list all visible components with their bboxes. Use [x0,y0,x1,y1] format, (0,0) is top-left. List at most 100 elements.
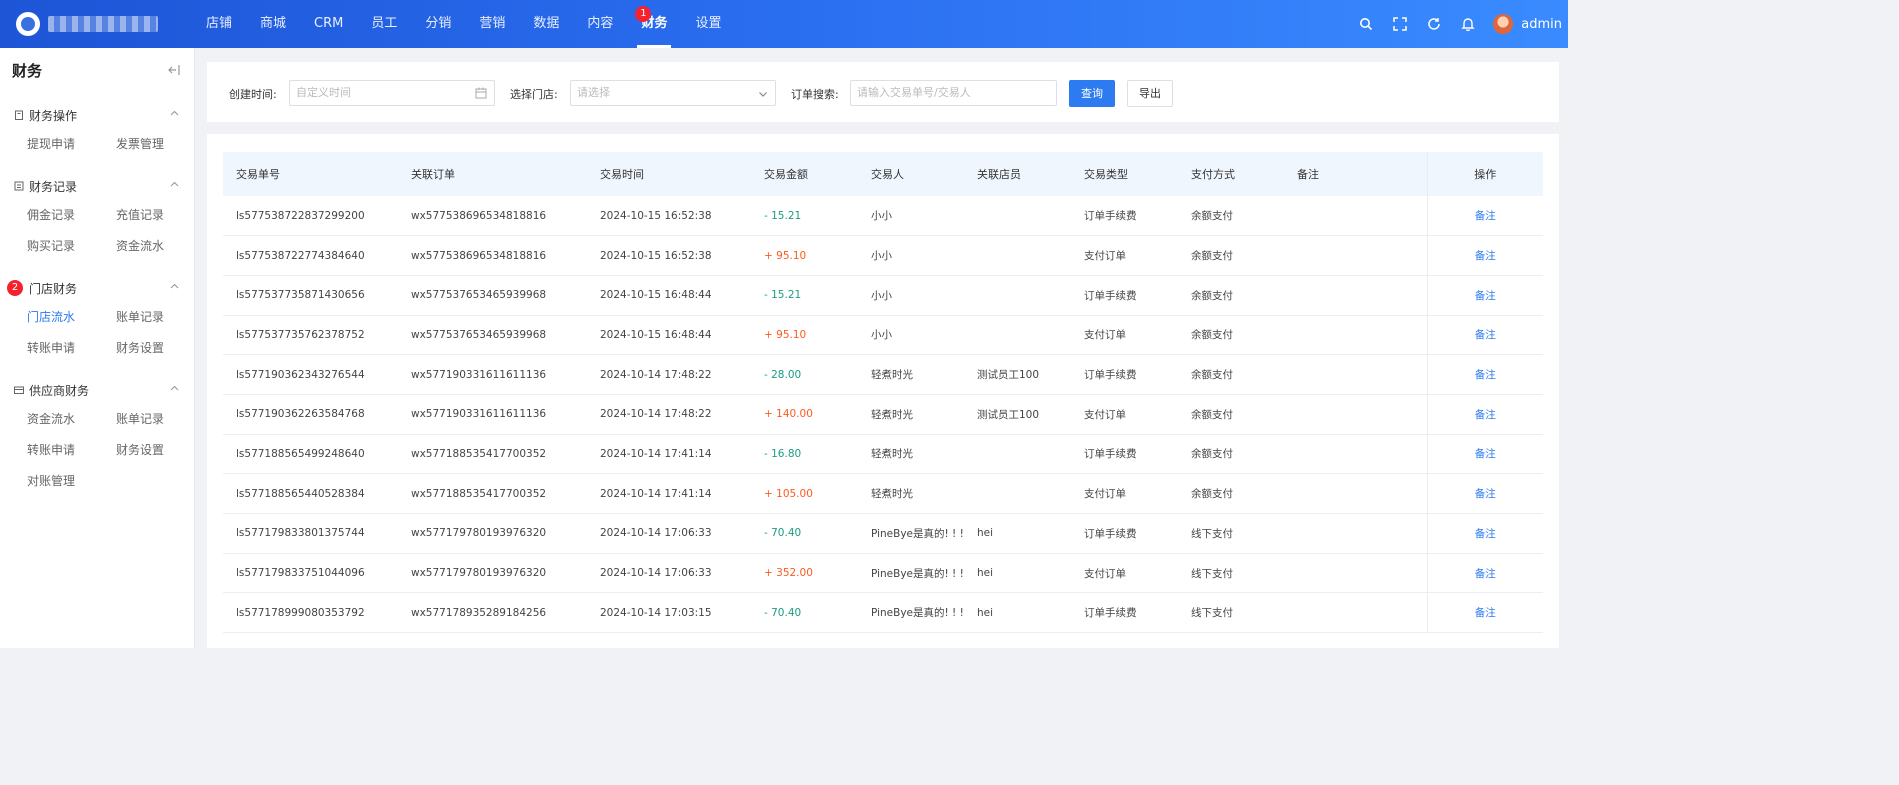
logo[interactable] [16,12,40,36]
note-link[interactable]: 备注 [1475,607,1496,619]
nav-item-crm[interactable]: CRM [300,0,357,48]
store-select[interactable]: 请选择 [570,80,776,106]
cell-txn-id: ls577179833801375744 [236,527,365,540]
sidebar-item-store-flow[interactable]: 门店流水 [27,308,116,326]
note-link[interactable]: 备注 [1475,409,1496,421]
cell-note [1284,394,1427,434]
cell-amount: - 28.00 [764,368,802,381]
cell-time: 2024-10-14 17:48:22 [600,408,712,421]
note-link[interactable]: 备注 [1475,290,1496,302]
export-button[interactable]: 导出 [1127,80,1173,107]
cell-txn-id: ls577190362263584768 [236,408,365,421]
collapse-sidebar-icon[interactable] [168,64,180,78]
query-button[interactable]: 查询 [1069,80,1115,107]
cell-clerk: 测试员工100 [977,369,1040,382]
nav-item-staff[interactable]: 员工 [357,0,411,48]
bell-icon[interactable] [1451,0,1485,48]
cell-payment: 余额支付 [1191,210,1233,223]
sidebar-item-supplier-settings[interactable]: 财务设置 [116,441,205,459]
fullscreen-icon[interactable] [1383,0,1417,48]
sidebar-group-label: 财务记录 [29,179,78,194]
note-link[interactable]: 备注 [1475,369,1496,381]
sidebar-item-commission[interactable]: 佣金记录 [27,206,116,224]
col-header-amount: 交易金额 [764,168,808,181]
top-navbar: 店铺 商城 CRM 员工 分销 营销 数据 内容 1 财务 设置 admin [0,0,1568,48]
sidebar-item-finance-settings[interactable]: 财务设置 [116,339,205,357]
nav-item-content[interactable]: 内容 [573,0,627,48]
cell-type: 订单手续费 [1084,369,1137,382]
cell-note [1284,514,1427,554]
note-link[interactable]: 备注 [1475,528,1496,540]
note-link[interactable]: 备注 [1475,448,1496,460]
cell-type: 订单手续费 [1084,448,1137,461]
sidebar-item-cashflow[interactable]: 资金流水 [116,237,205,255]
sidebar-item-supplier-cashflow[interactable]: 资金流水 [27,410,116,428]
table-row: ls577179833751044096 wx577179780193976320… [223,553,1543,593]
cell-person: 小小 [871,329,892,342]
cell-txn-id: ls577538722837299200 [236,209,365,222]
cell-order: wx577190331611611136 [411,408,547,421]
cell-action: 备注 [1426,513,1543,554]
cell-note [1284,593,1427,633]
brand-name-blurred [48,16,158,32]
nav-item-store[interactable]: 店铺 [192,0,246,48]
cell-txn-id: ls577188565440528384 [236,487,365,500]
sidebar-item-transfer[interactable]: 转账申请 [27,339,116,357]
sidebar-group-head[interactable]: 财务记录 [0,175,195,197]
cell-amount: - 15.21 [764,289,802,302]
note-link[interactable]: 备注 [1475,329,1496,341]
table-row: ls577537735871430656 wx577537653465939968… [223,275,1543,316]
username[interactable]: admin [1521,17,1562,32]
sidebar-item-supplier-bills[interactable]: 账单记录 [116,410,205,428]
note-link[interactable]: 备注 [1475,488,1496,500]
nav-item-settings[interactable]: 设置 [681,0,735,48]
cell-person: PineBye是真的! ! ! [871,607,964,620]
nav-item-distribution[interactable]: 分销 [411,0,465,48]
sidebar-group-head[interactable]: 供应商财务 [0,379,195,401]
sidebar-group-head[interactable]: 财务操作 [0,104,195,126]
nav-item-data[interactable]: 数据 [519,0,573,48]
table-row: ls577188565440528384 wx577188535417700352… [223,473,1543,514]
note-link[interactable]: 备注 [1475,568,1496,580]
search-icon[interactable] [1349,0,1383,48]
cell-person: 轻煮时光 [871,369,913,382]
cell-payment: 余额支付 [1191,250,1233,263]
sidebar-item-recharge[interactable]: 充值记录 [116,206,205,224]
sidebar-item-invoice[interactable]: 发票管理 [116,135,205,153]
sidebar-item-purchase[interactable]: 购买记录 [27,237,116,255]
cell-type: 支付订单 [1084,329,1126,342]
cell-order: wx577537653465939968 [411,328,547,341]
nav-item-mall[interactable]: 商城 [246,0,300,48]
sidebar-item-withdraw[interactable]: 提现申请 [27,135,116,153]
cell-person: 轻煮时光 [871,448,913,461]
note-link[interactable]: 备注 [1475,250,1496,262]
avatar[interactable] [1493,14,1514,34]
created-time-picker[interactable]: 自定义时间 [289,80,495,106]
cell-action: 备注 [1426,196,1543,236]
table-row: ls577190362343276544 wx577190331611611136… [223,354,1543,395]
sidebar-item-bill-records[interactable]: 账单记录 [116,308,205,326]
nav-item-finance[interactable]: 1 财务 [627,0,681,48]
order-search-input[interactable]: 请输入交易单号/交易人 [850,80,1057,106]
card-icon [14,386,24,394]
chevron-up-icon [170,283,179,289]
cell-time: 2024-10-14 17:48:22 [600,368,712,381]
nav-item-marketing[interactable]: 营销 [465,0,519,48]
cell-order: wx577188535417700352 [411,487,547,500]
col-header-payment: 支付方式 [1191,168,1235,181]
transactions-table: 交易单号 关联订单 交易时间 交易金额 交易人 关联店员 交易类型 支付方式 备… [223,152,1543,633]
cell-action: 备注 [1426,394,1543,435]
sidebar-item-supplier-transfer[interactable]: 转账申请 [27,441,116,459]
sidebar-group-label: 门店财务 [29,281,78,296]
cell-time: 2024-10-15 16:52:38 [600,209,712,222]
sidebar-item-reconciliation[interactable]: 对账管理 [27,472,116,490]
cell-action: 备注 [1426,434,1543,474]
refresh-icon[interactable] [1417,0,1451,48]
sidebar-group-head[interactable]: 2 门店财务 [0,277,195,299]
note-link[interactable]: 备注 [1475,210,1496,222]
col-header-txn-id: 交易单号 [236,168,280,181]
cell-type: 订单手续费 [1084,289,1137,302]
col-header-time: 交易时间 [600,168,644,181]
chevron-down-icon [759,92,767,97]
order-search-label: 订单搜索: [791,88,839,101]
